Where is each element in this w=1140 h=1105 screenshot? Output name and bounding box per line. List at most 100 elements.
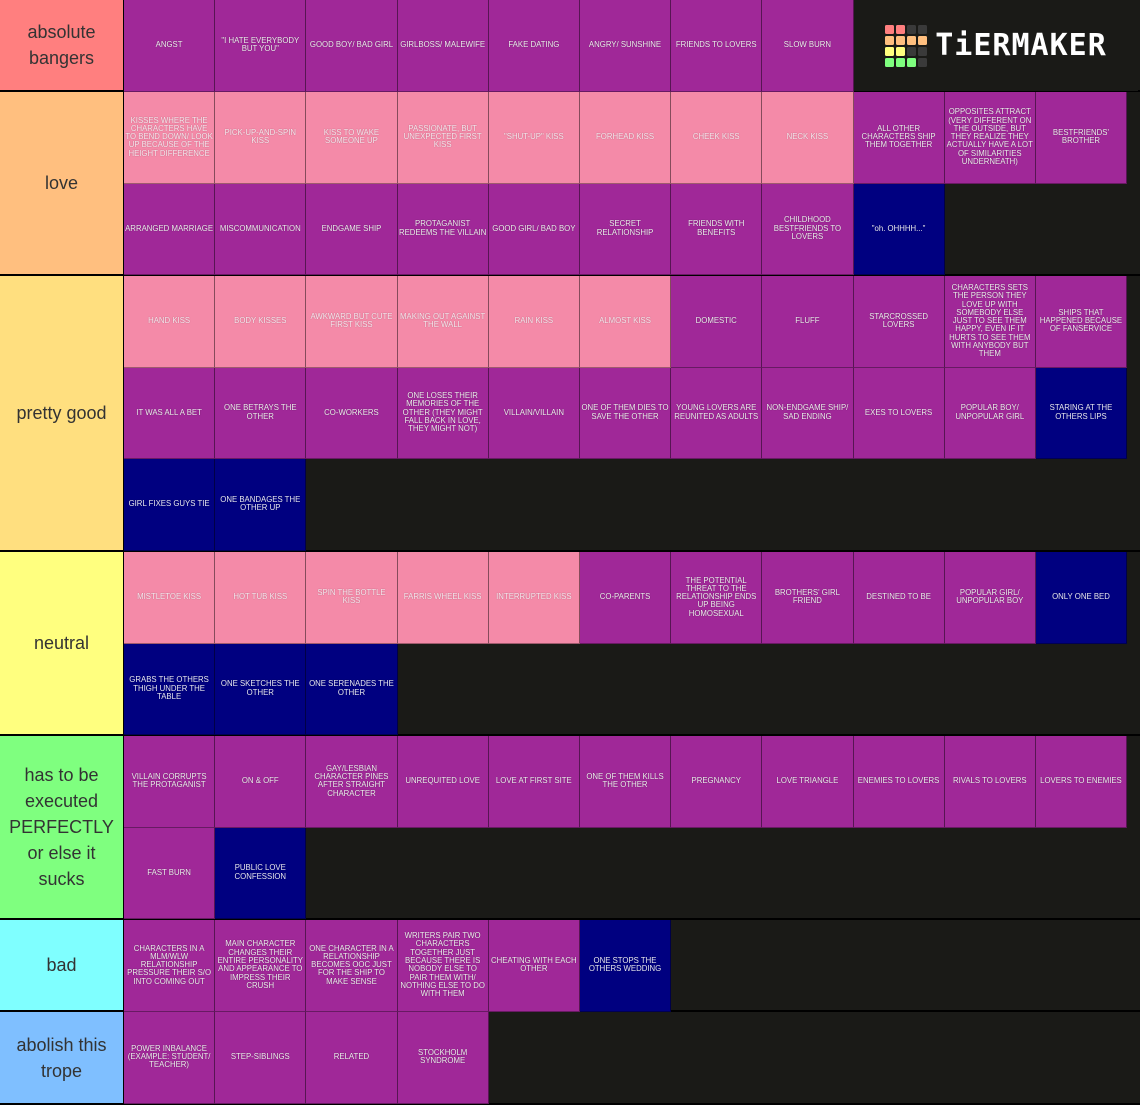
- tier-item-card[interactable]: AWKWARD BUT CUTE FIRST KISS: [306, 276, 398, 368]
- tier-item-card[interactable]: INTERRUPTED KISS: [488, 552, 580, 644]
- tier-item-card[interactable]: BROTHERS' GIRL FRIEND: [762, 552, 854, 644]
- tier-item-card[interactable]: ALMOST KISS: [579, 276, 672, 368]
- tier-item-card[interactable]: VILLAIN/VILLAIN: [488, 367, 580, 459]
- tier-item-card[interactable]: EXES TO LOVERS: [853, 367, 945, 459]
- tier-item-card[interactable]: VILLAIN CORRUPTS THE PROTAGANIST: [124, 736, 216, 828]
- tier-item-card[interactable]: LOVERS TO ENEMIES: [1035, 736, 1128, 828]
- tier-item-card[interactable]: "SHUT-UP" KISS: [488, 92, 580, 184]
- tier-item-card[interactable]: NON-ENDGAME SHIP/ SAD ENDING: [762, 367, 854, 459]
- tier-item-card[interactable]: ONE OF THEM KILLS THE OTHER: [579, 736, 672, 828]
- tier-item-card[interactable]: PREGNANCY: [671, 736, 763, 828]
- tier-item-card[interactable]: POPULAR BOY/ UNPOPULAR GIRL: [944, 367, 1036, 459]
- tier-item-card[interactable]: MISTLETOE KISS: [124, 552, 216, 644]
- tier-item-card[interactable]: HOT TUB KISS: [215, 552, 307, 644]
- tier-item-card[interactable]: ONE OF THEM DIES TO SAVE THE OTHER: [579, 367, 672, 459]
- tier-item-card[interactable]: ONLY ONE BED: [1035, 552, 1128, 644]
- tier-item-card[interactable]: ENDGAME SHIP: [306, 183, 398, 275]
- tier-item-card[interactable]: POWER INBALANCE (EXAMPLE: STUDENT/ TEACH…: [124, 1012, 216, 1104]
- tier-item-card[interactable]: UNREQUITED LOVE: [397, 736, 489, 828]
- tier-item-card[interactable]: PROTAGANIST REDEEMS THE VILLAIN: [397, 183, 489, 275]
- tier-item-card[interactable]: SHIPS THAT HAPPENED BECAUSE OF FANSERVIC…: [1035, 276, 1128, 368]
- tier-item-card[interactable]: ONE STOPS THE OTHERS WEDDING: [579, 920, 672, 1012]
- tier-item-card[interactable]: FRIENDS TO LOVERS: [671, 0, 763, 92]
- tier-item-card[interactable]: ANGRY/ SUNSHINE: [579, 0, 672, 92]
- tier-item-card[interactable]: "oh. OHHHH...": [853, 183, 945, 275]
- tier-item-card[interactable]: CHARACTERS IN A MLM/WLW RELATIONSHIP PRE…: [124, 920, 216, 1012]
- tier-item-card[interactable]: GIRLBOSS/ MALEWIFE: [397, 0, 489, 92]
- tier-item-card[interactable]: KISSES WHERE THE CHARACTERS HAVE TO BEND…: [124, 92, 216, 184]
- tier-item-card[interactable]: STEP-SIBLINGS: [215, 1012, 307, 1104]
- tier-label[interactable]: neutral: [0, 552, 124, 734]
- tier-item-card[interactable]: ONE SERENADES THE OTHER: [306, 643, 398, 735]
- tier-item-card[interactable]: ON & OFF: [215, 736, 307, 828]
- tier-item-card[interactable]: ALL OTHER CHARACTERS SHIP THEM TOGETHER: [853, 92, 945, 184]
- tier-item-card[interactable]: ENEMIES TO LOVERS: [853, 736, 945, 828]
- tier-item-card[interactable]: SECRET RELATIONSHIP: [579, 183, 672, 275]
- tier-item-card[interactable]: HAND KISS: [124, 276, 216, 368]
- tier-item-card[interactable]: MAKING OUT AGAINST THE WALL: [397, 276, 489, 368]
- tier-item-card[interactable]: ONE BETRAYS THE OTHER: [215, 367, 307, 459]
- tier-item-card[interactable]: RIVALS TO LOVERS: [944, 736, 1036, 828]
- tier-row: neutral MISTLETOE KISS HOT TUB KISS SPIN TH…: [0, 552, 1140, 736]
- tier-items-container: KISSES WHERE THE CHARACTERS HAVE TO BEND…: [124, 92, 1140, 275]
- tier-item-card[interactable]: SLOW BURN: [762, 0, 854, 92]
- tier-item-card[interactable]: NECK KISS: [762, 92, 854, 184]
- tier-label[interactable]: bad: [0, 920, 124, 1010]
- tier-item-card[interactable]: BODY KISSES: [215, 276, 307, 368]
- tier-item-card[interactable]: STARCROSSED LOVERS: [853, 276, 945, 368]
- tier-item-card[interactable]: ANGST: [124, 0, 216, 92]
- tier-item-card[interactable]: THE POTENTIAL THREAT TO THE RELATIONSHIP…: [671, 552, 763, 644]
- tier-item-card[interactable]: PASSIONATE, BUT UNEXPECTED FIRST KISS: [397, 92, 489, 184]
- tier-item-card[interactable]: ONE LOSES THEIR MEMORIES OF THE OTHER (T…: [397, 367, 489, 459]
- tier-item-card[interactable]: SPIN THE BOTTLE KISS: [306, 552, 398, 644]
- tier-item-card[interactable]: BESTFRIENDS' BROTHER: [1035, 92, 1128, 184]
- tier-item-card[interactable]: GOOD GIRL/ BAD BOY: [488, 183, 580, 275]
- tier-item-card[interactable]: CHEATING WITH EACH OTHER: [488, 920, 580, 1012]
- tier-item-card[interactable]: GRABS THE OTHERS THIGH UNDER THE TABLE: [124, 643, 216, 735]
- tier-item-card[interactable]: CO-PARENTS: [579, 552, 672, 644]
- tier-item-card[interactable]: ONE BANDAGES THE OTHER UP: [215, 459, 307, 551]
- tier-label[interactable]: pretty good: [0, 276, 124, 550]
- tier-item-card[interactable]: RELATED: [306, 1012, 398, 1104]
- tier-item-card[interactable]: FAKE DATING: [488, 0, 580, 92]
- tier-item-card[interactable]: GAY/LESBIAN CHARACTER PINES AFTER STRAIG…: [306, 736, 398, 828]
- tier-item-card[interactable]: WRITERS PAIR TWO CHARACTERS TOGETHER JUS…: [397, 920, 489, 1012]
- tier-item-card[interactable]: OPPOSITES ATTRACT (VERY DIFFERENT ON THE…: [944, 92, 1036, 184]
- tier-item-card[interactable]: RAIN KISS: [488, 276, 580, 368]
- tier-item-card[interactable]: FORHEAD KISS: [579, 92, 672, 184]
- tier-item-card[interactable]: "I HATE EVERYBODY BUT YOU": [215, 0, 307, 92]
- tier-item-card[interactable]: GIRL FIXES GUYS TIE: [124, 459, 216, 551]
- tier-label[interactable]: abolish this trope: [0, 1012, 124, 1103]
- tier-item-card[interactable]: POPULAR GIRL/ UNPOPULAR BOY: [944, 552, 1036, 644]
- tier-item-card[interactable]: GOOD BOY/ BAD GIRL: [306, 0, 398, 92]
- tier-item-card[interactable]: FRIENDS WITH BENEFITS: [671, 183, 763, 275]
- tier-label[interactable]: has to be executed PERFECTLY or else it …: [0, 736, 124, 918]
- tier-item-card[interactable]: STOCKHOLM SYNDROME: [397, 1012, 489, 1104]
- tier-item-card[interactable]: YOUNG LOVERS ARE REUNITED AS ADULTS: [671, 367, 763, 459]
- tier-item-card[interactable]: KISS TO WAKE SOMEONE UP: [306, 92, 398, 184]
- tier-item-card[interactable]: MAIN CHARACTER CHANGES THEIR ENTIRE PERS…: [215, 920, 307, 1012]
- tier-item-card[interactable]: DOMESTIC: [671, 276, 763, 368]
- tier-item-card[interactable]: MISCOMMUNICATION: [215, 183, 307, 275]
- tier-item-card[interactable]: STARING AT THE OTHERS LIPS: [1035, 367, 1128, 459]
- logo-grid-square: [896, 35, 906, 45]
- tier-item-card[interactable]: LOVE AT FIRST SITE: [488, 736, 580, 828]
- tier-item-card[interactable]: FARRIS WHEEL KISS: [397, 552, 489, 644]
- tier-item-card[interactable]: CHILDHOOD BESTFRIENDS TO LOVERS: [762, 183, 854, 275]
- tier-item-card[interactable]: FLUFF: [762, 276, 854, 368]
- logo-grid-square: [885, 24, 895, 34]
- tier-item-card[interactable]: PUBLIC LOVE CONFESSION: [215, 827, 307, 919]
- tier-label[interactable]: love: [0, 92, 124, 274]
- tier-item-card[interactable]: CO-WORKERS: [306, 367, 398, 459]
- tier-item-card[interactable]: ONE CHARACTER IN A RELATIONSHIP BECOMES …: [306, 920, 398, 1012]
- tier-item-card[interactable]: ONE SKETCHES THE OTHER: [215, 643, 307, 735]
- tier-item-card[interactable]: ARRANGED MARRIAGE: [124, 183, 216, 275]
- tier-item-card[interactable]: CHEEK KISS: [671, 92, 763, 184]
- tier-item-card[interactable]: IT WAS ALL A BET: [124, 367, 216, 459]
- tier-item-card[interactable]: CHARACTERS SETS THE PERSON THEY LOVE UP …: [944, 276, 1036, 368]
- tier-item-card[interactable]: DESTINED TO BE: [853, 552, 945, 644]
- tier-item-card[interactable]: FAST BURN: [124, 827, 216, 919]
- tier-label[interactable]: absolute bangers: [0, 0, 124, 90]
- tier-item-card[interactable]: PICK-UP-AND-SPIN KISS: [215, 92, 307, 184]
- tier-item-card[interactable]: LOVE TRIANGLE: [762, 736, 854, 828]
